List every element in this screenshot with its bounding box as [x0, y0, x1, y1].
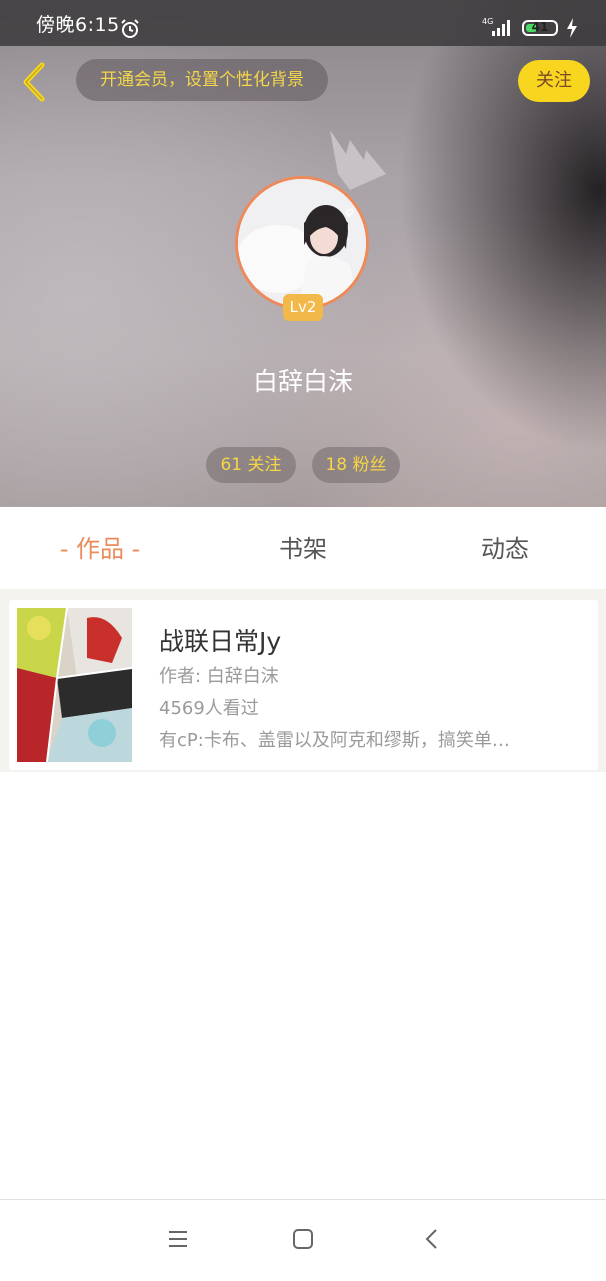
username: 白辞白沫 — [252, 367, 353, 396]
tab-works[interactable]: - 作品 - — [20, 507, 180, 589]
profile-tabs: - 作品 - 书架 动态 — [0, 507, 606, 589]
menu-icon[interactable] — [165, 1226, 191, 1252]
level-badge: Lv2 — [283, 294, 323, 321]
book-description: 有cP:卡布、盖雷以及阿克和缪斯，搞笑单… — [159, 730, 510, 751]
signal-icon: 4G — [482, 17, 510, 36]
network-label: 4G — [482, 17, 493, 26]
nav-back-icon[interactable] — [420, 1226, 446, 1252]
fans-count[interactable]: 18 粉丝 — [312, 447, 400, 483]
status-time: 傍晚6:15 — [36, 14, 120, 36]
vip-background-prompt[interactable]: 开通会员，设置个性化背景 — [76, 59, 328, 101]
book-title: 战联日常Jy — [159, 627, 282, 656]
book-views: 4569人看过 — [159, 698, 259, 719]
system-nav-bar — [0, 1199, 606, 1281]
follow-button[interactable]: 关注 — [518, 60, 590, 102]
avatar-image — [238, 179, 366, 307]
following-count[interactable]: 61 关注 — [206, 447, 296, 483]
works-list: 战联日常Jy 作者: 白辞白沫 4569人看过 有cP:卡布、盖雷以及阿克和缪斯… — [0, 589, 606, 772]
battery-icon: 41 — [522, 20, 558, 36]
book-cover[interactable] — [17, 608, 132, 762]
battery-text: 41 — [531, 20, 549, 34]
back-button[interactable] — [14, 60, 54, 104]
book-cover-image — [17, 608, 132, 762]
book-card[interactable]: 战联日常Jy 作者: 白辞白沫 4569人看过 有cP:卡布、盖雷以及阿克和缪斯… — [9, 600, 598, 770]
charging-icon — [567, 18, 577, 38]
status-bar: 傍晚6:15 4G 41 — [0, 0, 606, 46]
tab-feed[interactable]: 动态 — [425, 507, 585, 589]
tab-bookshelf[interactable]: 书架 — [223, 507, 383, 589]
back-arrow-icon — [23, 62, 45, 102]
home-icon[interactable] — [290, 1226, 316, 1252]
profile-header: 傍晚6:15 4G 41 开通会员，设置个性化背景 关注 Lv2 白辞白沫 61… — [0, 0, 606, 507]
alarm-icon — [121, 19, 139, 38]
book-author: 作者: 白辞白沫 — [159, 666, 279, 687]
avatar[interactable] — [235, 176, 369, 310]
